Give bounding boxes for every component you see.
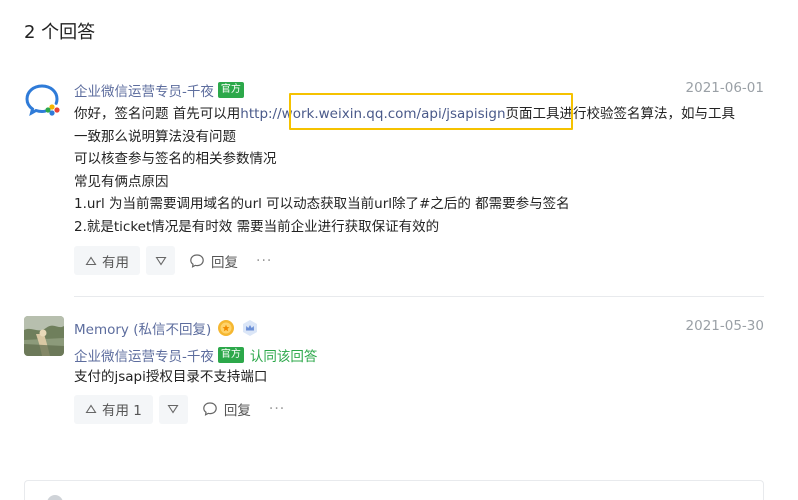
reply-composer-box[interactable]	[24, 480, 764, 500]
endorser-name[interactable]: 企业微信运营专员-千夜	[74, 345, 214, 365]
reply-label: 回复	[223, 403, 251, 419]
answer-body: 支付的jsapi授权目录不支持端口	[74, 369, 268, 385]
more-button[interactable]: ···	[269, 401, 285, 417]
useful-button[interactable]: 有用 1	[74, 394, 153, 424]
answer-actions: 有用 回复 ···	[74, 246, 764, 275]
user-avatar[interactable]	[24, 316, 64, 356]
answer-actions: 有用 1 回复 ···	[74, 394, 764, 424]
comment-icon	[189, 253, 205, 269]
useful-label: 有用 1	[102, 403, 142, 419]
thumb-up-icon	[85, 255, 97, 267]
reply-label: 回复	[211, 254, 238, 271]
jsapisign-link[interactable]: http://work.weixin.qq.com/api/jsapisign	[240, 106, 505, 122]
answer-divider	[74, 296, 764, 297]
useful-label: 有用	[102, 254, 129, 271]
useful-button[interactable]: 有用	[74, 246, 140, 275]
reply-button[interactable]: 回复	[189, 251, 238, 271]
answer-line: 2.就是ticket情况是有时效 需要当前企业进行获取保证有效的	[74, 218, 440, 235]
answer-line: 可以核查参与签名的相关参数情况	[74, 151, 277, 167]
official-badge: 官方	[217, 82, 244, 98]
useless-button[interactable]	[146, 246, 175, 275]
wecom-logo-avatar[interactable]	[24, 80, 64, 120]
answer-line: 常见有俩点原因	[74, 173, 169, 190]
gold-medal-icon	[217, 319, 235, 337]
crown-badge-icon	[241, 319, 259, 337]
thumb-up-icon	[85, 403, 97, 415]
official-badge: 官方	[217, 347, 244, 363]
comment-icon	[202, 401, 218, 417]
answer-line-1: 你好，签名问题 首先可以用http://work.weixin.qq.com/a…	[74, 103, 764, 126]
endorse-text: 认同该回答	[249, 349, 318, 365]
answer-text-suffix: 页面工具进行校验签名算法，如与工具	[505, 106, 736, 122]
more-button[interactable]: ···	[256, 253, 272, 269]
reply-button[interactable]: 回复	[202, 399, 251, 419]
useless-button[interactable]	[158, 394, 188, 424]
current-user-avatar	[47, 495, 63, 500]
answer-date: 2021-05-30	[685, 318, 764, 334]
answer-body: 你好，签名问题 首先可以用http://work.weixin.qq.com/a…	[74, 103, 764, 238]
author-name[interactable]: Memory (私信不回复)	[74, 318, 211, 338]
thumb-down-icon	[154, 255, 167, 267]
answer-date: 2021-06-01	[685, 80, 764, 96]
answer-line: 1.url 为当前需要调用域名的url 可以动态获取当前url除了#之后的 都需…	[74, 196, 570, 212]
author-name[interactable]: 企业微信运营专员-千夜	[74, 80, 214, 100]
answer-text-prefix: 你好，签名问题 首先可以用	[74, 106, 241, 122]
thumb-down-icon	[167, 403, 179, 415]
answers-count-title: 2 个回答	[24, 22, 96, 43]
answer-line: 一致那么说明算法没有问题	[74, 128, 236, 145]
